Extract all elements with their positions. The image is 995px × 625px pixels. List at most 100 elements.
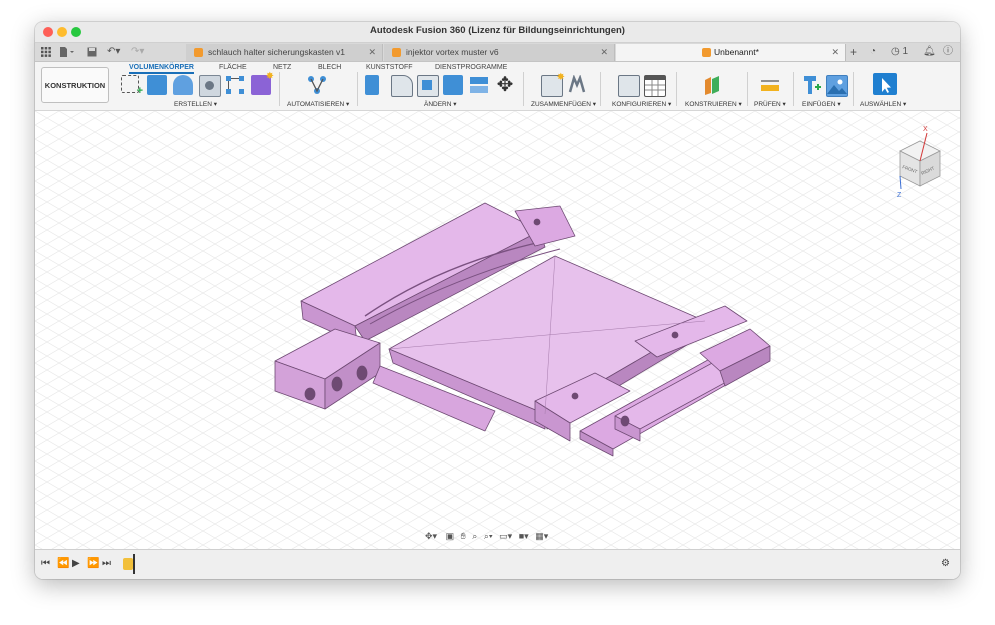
pan-icon[interactable]: ✋︎ bbox=[461, 531, 466, 541]
zoom-icon[interactable]: ⌕ bbox=[472, 531, 477, 541]
group-divider bbox=[747, 72, 748, 106]
tab-schlauch-halter[interactable]: schlauch halter sicherungskasten v1 ✕ bbox=[186, 44, 383, 61]
user-count-badge[interactable]: ◷ 1 bbox=[891, 45, 908, 59]
redo-icon[interactable]: ↷▾ bbox=[131, 45, 144, 59]
timeline-settings-gear-icon[interactable]: ⚙︎ bbox=[941, 558, 950, 569]
create-form-icon[interactable]: ✸ bbox=[251, 71, 274, 95]
group-pruefen[interactable]: PRÜFEN ▾ bbox=[754, 100, 786, 108]
group-konstruieren[interactable]: KONSTRUIEREN ▾ bbox=[685, 100, 742, 108]
move-icon[interactable]: ✥ bbox=[495, 75, 515, 95]
axis-x-label: X bbox=[923, 126, 928, 133]
ribbon-toolbar: KONSTRUKTION ▾ VOLUMENKÖRPER FLÄCHE NETZ… bbox=[35, 62, 960, 126]
group-konfigurieren[interactable]: KONFIGURIEREN ▾ bbox=[612, 100, 671, 108]
extrude-icon[interactable] bbox=[147, 75, 167, 95]
hole-icon[interactable] bbox=[199, 75, 221, 97]
press-pull-icon[interactable] bbox=[365, 75, 379, 95]
viewports-icon[interactable]: ▦▾ bbox=[535, 531, 548, 541]
group-label: KONSTRUIEREN bbox=[685, 101, 737, 108]
close-tab-icon[interactable]: ✕ bbox=[368, 44, 376, 61]
group-auswaehlen[interactable]: AUSWÄHLEN ▾ bbox=[860, 100, 906, 108]
design-file-icon bbox=[702, 48, 711, 57]
tab-injektor-vortex[interactable]: injektor vortex muster v6 ✕ bbox=[384, 44, 615, 61]
group-label: EINFÜGEN bbox=[802, 101, 836, 108]
play-icon[interactable]: ▶ bbox=[72, 558, 80, 569]
go-to-end-icon[interactable]: ⏭ bbox=[102, 558, 111, 569]
workspace-switcher[interactable]: KONSTRUKTION ▾ bbox=[41, 67, 109, 126]
automate-icon[interactable] bbox=[307, 75, 327, 95]
group-automatisieren[interactable]: AUTOMATISIEREN ▾ bbox=[287, 100, 349, 108]
split-body-icon[interactable] bbox=[469, 75, 489, 95]
look-at-icon[interactable]: ▣ bbox=[446, 531, 455, 541]
workspace-label: KONSTRUKTION bbox=[44, 81, 106, 90]
tab-flaeche[interactable]: FLÄCHE bbox=[219, 64, 247, 71]
navigation-toolbar: ✥▾ ▣ ✋︎ ⌕ ⌕▾ ▭▾ ■▾ ▦▾ bbox=[425, 531, 548, 542]
tab-netz[interactable]: NETZ bbox=[273, 64, 291, 71]
3d-viewport[interactable]: FRONT RIGHT X Z ✥▾ ▣ ✋︎ ⌕ ⌕▾ ▭▾ ■▾ ▦▾ bbox=[35, 111, 960, 549]
tab-dienstprogramme[interactable]: DIENSTPROGRAMME bbox=[435, 64, 507, 71]
new-component-icon[interactable]: ✸ bbox=[541, 72, 565, 97]
save-icon[interactable] bbox=[87, 45, 97, 59]
joint-icon[interactable] bbox=[567, 74, 587, 95]
fit-icon[interactable]: ⌕▾ bbox=[484, 531, 493, 541]
group-label: AUSWÄHLEN bbox=[860, 101, 902, 108]
tab-blech[interactable]: BLECH bbox=[318, 64, 341, 71]
window-title: Autodesk Fusion 360 (Lizenz für Bildungs… bbox=[370, 25, 625, 36]
step-back-icon[interactable]: ⏪ bbox=[57, 558, 69, 569]
tab-label: schlauch halter sicherungskasten v1 bbox=[208, 47, 346, 57]
tab-label: injektor vortex muster v6 bbox=[406, 47, 499, 57]
grid-settings-icon[interactable]: ■▾ bbox=[519, 531, 529, 541]
viewport-canvas[interactable]: FRONT RIGHT X Z bbox=[35, 111, 960, 549]
measure-icon[interactable] bbox=[760, 75, 780, 95]
undo-icon[interactable]: ↶▾ bbox=[107, 45, 120, 59]
close-tab-icon[interactable]: ✕ bbox=[600, 44, 608, 61]
group-label: ZUSAMMENFÜGEN bbox=[531, 101, 591, 108]
help-icon[interactable]: ⓘ bbox=[943, 45, 953, 59]
select-icon[interactable] bbox=[873, 73, 897, 95]
new-tab-icon[interactable]: + bbox=[850, 45, 857, 59]
group-zusammenfuegen[interactable]: ZUSAMMENFÜGEN ▾ bbox=[531, 100, 596, 108]
timeline-feature-import-icon[interactable] bbox=[123, 554, 135, 574]
group-erstellen[interactable]: ERSTELLEN ▾ bbox=[174, 100, 217, 108]
tab-unbenannt[interactable]: Unbenannt* ✕ bbox=[616, 44, 846, 61]
display-settings-icon[interactable]: ▭▾ bbox=[499, 531, 512, 541]
pattern-icon[interactable] bbox=[225, 75, 245, 95]
tab-kunststoff[interactable]: KUNSTSTOFF bbox=[366, 64, 413, 71]
fillet-icon[interactable] bbox=[391, 75, 413, 97]
offset-plane-icon[interactable] bbox=[702, 75, 722, 95]
document-tab-bar: ↶▾ ↷▾ schlauch halter sicherungskasten v… bbox=[35, 43, 960, 62]
insert-derive-icon[interactable] bbox=[801, 75, 821, 95]
group-divider bbox=[853, 72, 854, 106]
group-label: ERSTELLEN bbox=[174, 101, 212, 108]
group-divider bbox=[357, 72, 358, 106]
group-divider bbox=[793, 72, 794, 106]
configuration-table-icon[interactable] bbox=[644, 75, 666, 97]
combine-icon[interactable] bbox=[443, 75, 463, 95]
group-divider bbox=[676, 72, 677, 106]
group-divider bbox=[279, 72, 280, 106]
group-einfuegen[interactable]: EINFÜGEN ▾ bbox=[802, 100, 841, 108]
tab-volumenkoerper[interactable]: VOLUMENKÖRPER bbox=[129, 64, 194, 74]
revolve-icon[interactable] bbox=[173, 75, 193, 95]
user-count: 1 bbox=[902, 46, 909, 57]
configure-icon[interactable] bbox=[618, 75, 640, 97]
title-bar: Autodesk Fusion 360 (Lizenz für Bildungs… bbox=[35, 22, 960, 43]
step-forward-icon[interactable]: ⏩ bbox=[87, 558, 99, 569]
file-menu-icon[interactable] bbox=[59, 45, 75, 59]
tab-label: Unbenannt* bbox=[714, 47, 759, 57]
create-sketch-icon[interactable]: + bbox=[121, 75, 143, 97]
job-status-icon[interactable]: ◔ bbox=[870, 45, 876, 59]
grid-menu-icon[interactable] bbox=[41, 45, 51, 59]
notification-bell-icon[interactable]: 🔔︎ bbox=[923, 45, 936, 59]
group-aendern[interactable]: ÄNDERN ▾ bbox=[424, 100, 457, 108]
orbit-icon[interactable]: ✥▾ bbox=[425, 531, 437, 541]
close-tab-icon[interactable]: ✕ bbox=[831, 44, 839, 61]
insert-canvas-icon[interactable] bbox=[826, 75, 848, 97]
group-label: AUTOMATISIEREN bbox=[287, 101, 345, 108]
shell-icon[interactable] bbox=[417, 75, 439, 97]
go-to-start-icon[interactable]: ⏮ bbox=[41, 558, 50, 569]
axis-z-label: Z bbox=[897, 192, 902, 199]
design-file-icon bbox=[392, 48, 401, 57]
timeline-bar: ⏮ ⏪ ▶ ⏩ ⏭ ⚙︎ bbox=[35, 549, 960, 579]
group-label: ÄNDERN bbox=[424, 101, 452, 108]
group-label: KONFIGURIEREN bbox=[612, 101, 667, 108]
